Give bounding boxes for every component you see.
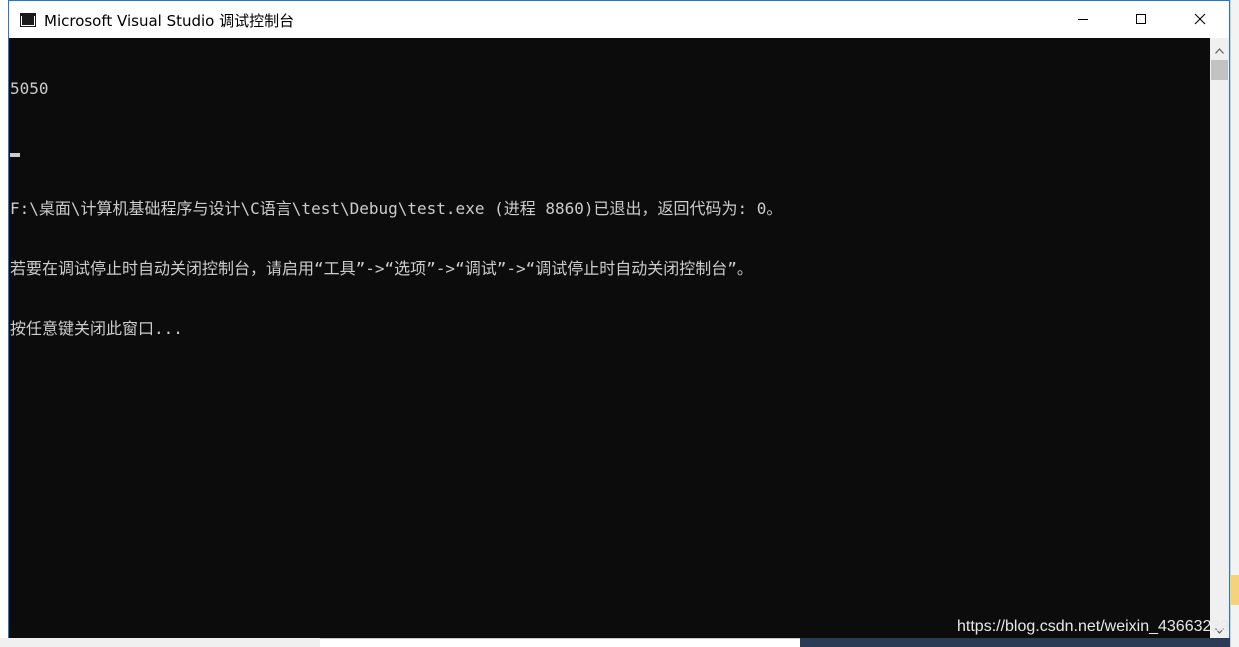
minimize-icon xyxy=(1077,10,1089,29)
minimize-button[interactable] xyxy=(1054,1,1112,38)
console-line: 5050 xyxy=(10,79,49,98)
console-text: 5050 F:\桌面\计算机基础程序与设计\C语言\test\Debug\tes… xyxy=(10,39,782,379)
console-app-icon xyxy=(20,12,36,27)
background-window-bottom xyxy=(320,638,800,647)
background-window-edge xyxy=(1230,0,1239,647)
scrollbar-thumb[interactable] xyxy=(1211,60,1228,80)
vertical-scrollbar[interactable] xyxy=(1210,38,1229,638)
scroll-up-arrow-icon xyxy=(1215,39,1224,58)
maximize-icon xyxy=(1135,10,1147,29)
close-button[interactable] xyxy=(1171,1,1229,38)
background-taskbar-fragment xyxy=(800,638,1230,647)
scroll-up-button[interactable] xyxy=(1210,38,1229,58)
console-line: 按任意键关闭此窗口... xyxy=(10,319,183,338)
text-cursor xyxy=(10,153,20,157)
debug-console-window[interactable]: Microsoft Visual Studio 调试控制台 5050 F:\桌面… xyxy=(8,0,1230,638)
background-window-bottom-left xyxy=(0,638,320,647)
console-output-area[interactable]: 5050 F:\桌面\计算机基础程序与设计\C语言\test\Debug\tes… xyxy=(9,38,1210,638)
console-line: 若要在调试停止时自动关闭控制台，请启用“工具”->“选项”->“调试”->“调试… xyxy=(10,259,753,278)
title-bar[interactable]: Microsoft Visual Studio 调试控制台 xyxy=(9,1,1229,39)
close-icon xyxy=(1194,10,1206,29)
maximize-button[interactable] xyxy=(1112,1,1170,38)
background-window-highlight xyxy=(1230,575,1239,605)
console-line: F:\桌面\计算机基础程序与设计\C语言\test\Debug\test.exe… xyxy=(10,199,783,218)
desktop-background: Microsoft Visual Studio 调试控制台 5050 F:\桌面… xyxy=(0,0,1239,647)
window-title: Microsoft Visual Studio 调试控制台 xyxy=(44,12,295,30)
watermark: https://blog.csdn.net/weixin_43663239 xyxy=(957,618,1230,635)
